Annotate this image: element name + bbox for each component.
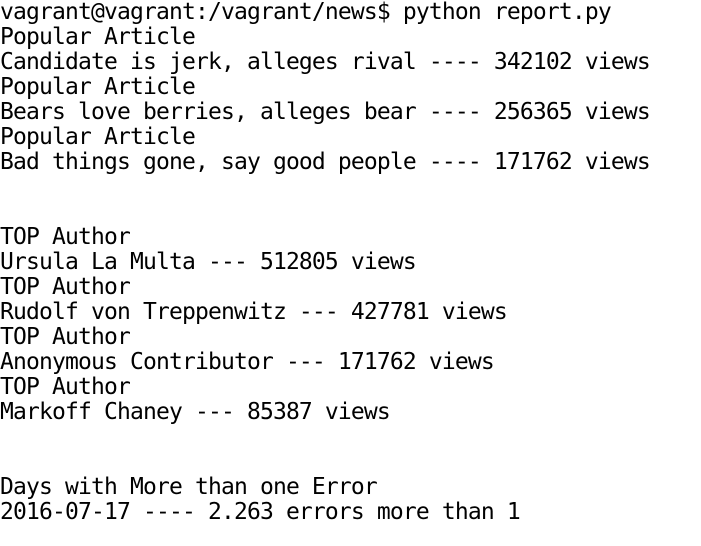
terminal-window[interactable]: vagrant@vagrant:/vagrant/news$ python re…	[0, 0, 701, 546]
author-line: Anonymous Contributor --- 171762 views	[0, 350, 495, 375]
author-line: Ursula La Multa --- 512805 views	[0, 250, 417, 275]
author-heading: TOP Author	[0, 275, 131, 300]
error-days-heading: Days with More than one Error	[0, 475, 378, 500]
author-line: Rudolf von Treppenwitz --- 427781 views	[0, 300, 508, 325]
author-line: Markoff Chaney --- 85387 views	[0, 400, 391, 425]
article-line: Bad things gone, say good people ---- 17…	[0, 150, 651, 175]
article-heading: Popular Article	[0, 25, 196, 50]
command-prompt-line: vagrant@vagrant:/vagrant/news$ python re…	[0, 0, 612, 25]
error-day-line: 2016-07-17 ---- 2.263 errors more than 1	[0, 500, 521, 525]
article-heading: Popular Article	[0, 125, 196, 150]
article-line: Candidate is jerk, alleges rival ---- 34…	[0, 50, 651, 75]
author-heading: TOP Author	[0, 375, 131, 400]
article-line: Bears love berries, alleges bear ---- 25…	[0, 100, 651, 125]
author-heading: TOP Author	[0, 325, 131, 350]
article-heading: Popular Article	[0, 75, 196, 100]
author-heading: TOP Author	[0, 225, 131, 250]
